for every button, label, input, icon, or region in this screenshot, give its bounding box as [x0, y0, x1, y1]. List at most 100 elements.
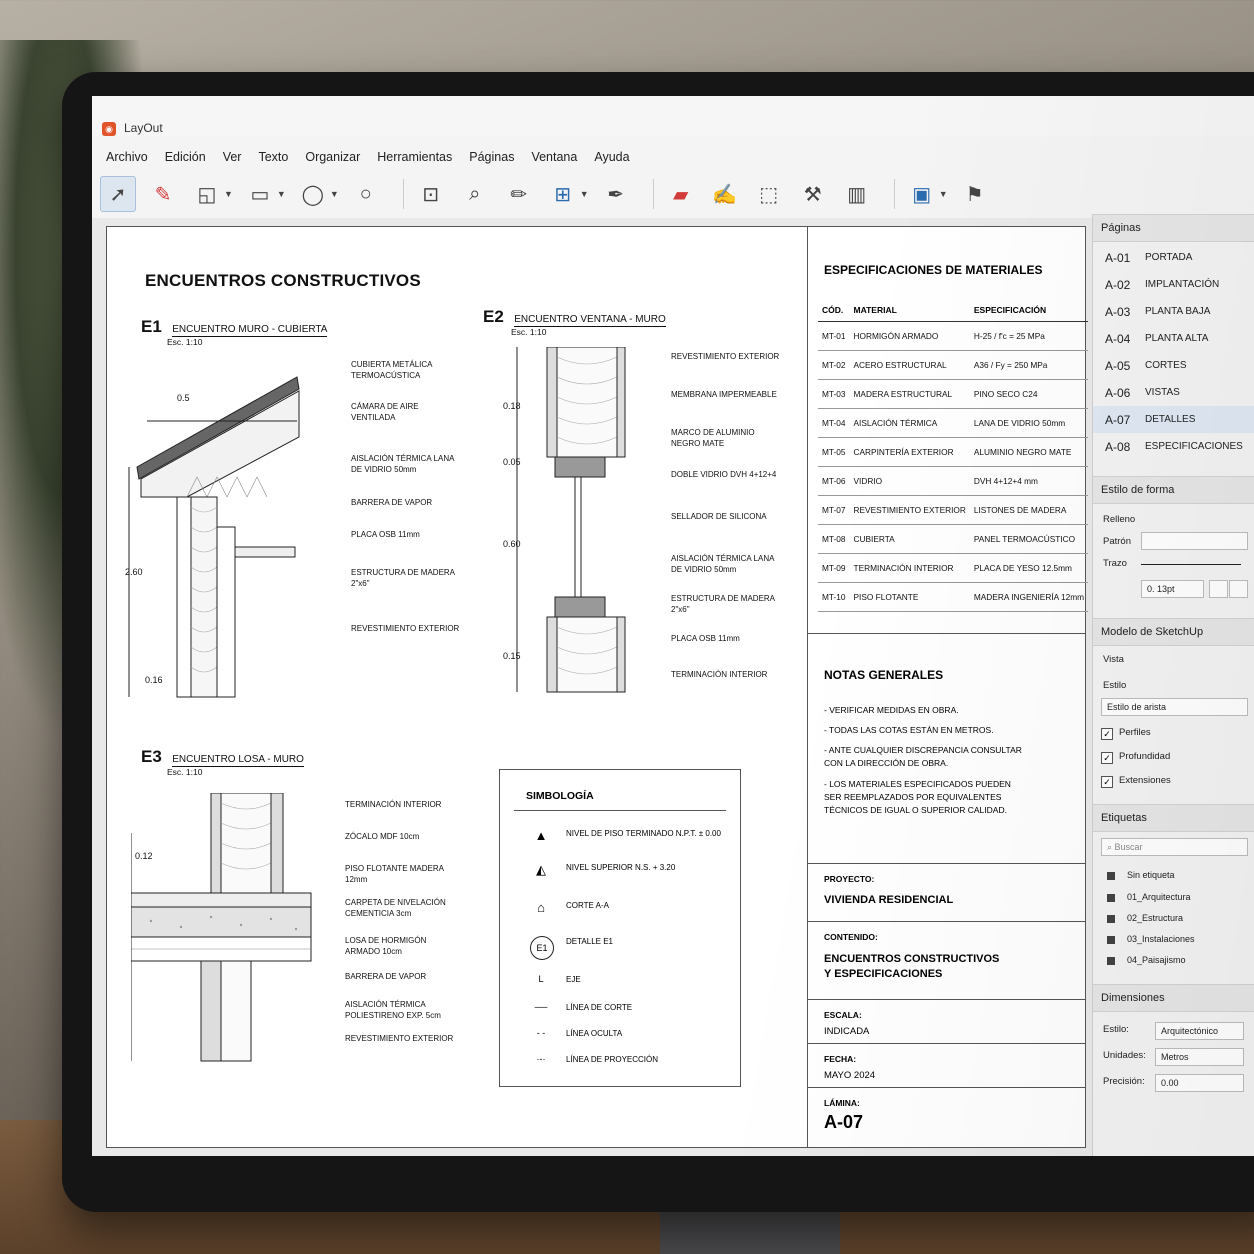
dimension-tool-icon[interactable]: ⊞ — [546, 177, 580, 211]
line-tool-icon[interactable]: ✒ — [599, 177, 633, 211]
depth-checkbox[interactable]: ✓ — [1101, 752, 1113, 764]
paint-tool-icon[interactable]: ⚑ — [958, 177, 992, 211]
page-item[interactable]: A-05 CORTES — [1093, 352, 1254, 379]
cell: CARPINTERÍA EXTERIOR — [849, 437, 970, 467]
tag-color-icon[interactable] — [1107, 872, 1115, 880]
callout-label: ZÓCALO MDF 10cm — [345, 832, 420, 841]
page-item-selected[interactable]: A-07 DETALLES — [1093, 406, 1254, 433]
circle-tool-icon[interactable]: ◯ — [296, 177, 330, 211]
page-item[interactable]: A-06 VISTAS — [1093, 379, 1254, 406]
menu-ayuda[interactable]: Ayuda — [594, 136, 638, 166]
dimension-label: 0.16 — [145, 675, 163, 685]
units-label: Unidades: — [1103, 1050, 1146, 1061]
pencil-tool-icon[interactable]: ✏ — [502, 177, 536, 211]
title-bar: ◉ LayOut — [92, 96, 1254, 136]
menu-paginas[interactable]: Páginas — [469, 136, 523, 166]
save-icon[interactable]: ▣ — [905, 177, 939, 211]
menu-archivo[interactable]: Archivo — [106, 136, 157, 166]
style-tool-icon[interactable]: ◱ — [190, 177, 224, 211]
scale-tool-icon[interactable]: ⬚ — [752, 177, 786, 211]
chevron-down-icon[interactable]: ▼ — [330, 189, 339, 199]
cell: CUBIERTA — [849, 524, 970, 554]
menu-organizar[interactable]: Organizar — [305, 136, 369, 166]
page-item[interactable]: A-08 ESPECIFICACIONES — [1093, 433, 1254, 460]
drawing-sheet: ENCUENTROS CONSTRUCTIVOS E1 ENCUENTRO MU… — [106, 226, 1089, 1148]
freehand-tool-icon[interactable]: ✍ — [708, 177, 742, 211]
tag-item[interactable]: 01_Arquitectura — [1127, 892, 1191, 902]
detail-code: E2 — [483, 307, 504, 326]
pages-panel-header[interactable]: Páginas — [1093, 214, 1254, 242]
extensions-checkbox[interactable]: ✓ — [1101, 776, 1113, 788]
chevron-down-icon[interactable]: ▼ — [580, 189, 589, 199]
tag-item[interactable]: 04_Paisajismo — [1127, 955, 1186, 965]
tags-header[interactable]: Etiquetas — [1093, 804, 1254, 832]
menu-edicion[interactable]: Edición — [165, 136, 215, 166]
tag-color-icon[interactable] — [1107, 915, 1115, 923]
units-select[interactable]: Metros — [1155, 1048, 1244, 1066]
stroke-width-select[interactable]: 0. 13pt — [1141, 580, 1204, 598]
tag-item[interactable]: 03_Instalaciones — [1127, 934, 1195, 944]
symbology-item: ◭ NIVEL SUPERIOR N.S. + 3.20 — [500, 860, 740, 890]
zoom-tool-icon[interactable]: ⌕ — [458, 177, 492, 211]
callout-label: AISLACIÓN TÉRMICA LANA DE VIDRIO 50mm — [351, 454, 454, 474]
detail-e1-header: E1 ENCUENTRO MURO - CUBIERTA — [141, 317, 328, 337]
style-label: Estilo — [1103, 680, 1127, 691]
tags-search-input[interactable]: ⌕ Buscar — [1101, 838, 1248, 856]
pattern-select[interactable] — [1141, 532, 1248, 550]
page-item[interactable]: A-04 PLANTA ALTA — [1093, 325, 1254, 352]
callout-label: CARPETA DE NIVELACIÓN CEMENTICIA 3cm — [345, 898, 446, 918]
rectangle-tool-icon[interactable]: ▭ — [243, 177, 277, 211]
shape-style-header[interactable]: Estilo de forma — [1093, 476, 1254, 504]
select-tool-icon[interactable]: ➚ — [100, 176, 136, 212]
callout-label: REVESTIMIENTO EXTERIOR — [351, 624, 460, 633]
tag-color-icon[interactable] — [1107, 936, 1115, 944]
stroke-label: Trazo — [1103, 558, 1127, 569]
cell: ALUMINIO NEGRO MATE — [969, 437, 1089, 467]
menu-ventana[interactable]: Ventana — [531, 136, 586, 166]
cell: ACERO ESTRUCTURAL — [849, 350, 970, 380]
cell: H-25 / f'c = 25 MPa — [969, 321, 1089, 351]
tb-label: LÁMINA: — [824, 1098, 860, 1108]
drawing-canvas[interactable]: ENCUENTROS CONSTRUCTIVOS E1 ENCUENTRO MU… — [92, 218, 1092, 1156]
building-tool-icon[interactable]: ▥ — [840, 177, 874, 211]
profiles-checkbox[interactable]: ✓ — [1101, 728, 1113, 740]
detail-scale: Esc. 1:10 — [167, 337, 203, 347]
tag-item[interactable]: Sin etiqueta — [1127, 870, 1175, 880]
page-item[interactable]: A-01 PORTADA — [1093, 244, 1254, 271]
chevron-down-icon[interactable]: ▼ — [277, 189, 286, 199]
note-item: - ANTE CUALQUIER DISCREPANCIA CONSULTAR … — [824, 745, 1022, 768]
stroke-preview[interactable] — [1141, 564, 1241, 565]
note-item: - VERIFICAR MEDIDAS EN OBRA. — [824, 705, 959, 715]
tag-color-icon[interactable] — [1107, 957, 1115, 965]
menu-ver[interactable]: Ver — [223, 136, 251, 166]
dimensions-header[interactable]: Dimensiones — [1093, 984, 1254, 1012]
polygon-tool-icon[interactable]: ○ — [349, 177, 383, 211]
chevron-down-icon[interactable]: ▼ — [224, 189, 233, 199]
sketchup-model-header[interactable]: Modelo de SketchUp — [1093, 618, 1254, 646]
stroke-start-icon[interactable] — [1209, 580, 1228, 598]
page-item[interactable]: A-02 IMPLANTACIÓN — [1093, 271, 1254, 298]
hammer-tool-icon[interactable]: ⚒ — [796, 177, 830, 211]
stroke-end-icon[interactable] — [1229, 580, 1248, 598]
symbology-item: E1 DETALLE E1 — [500, 934, 740, 964]
cell: MT-06 — [818, 466, 850, 496]
eraser-tool-icon[interactable]: ✎ — [146, 177, 180, 211]
insert-model-icon[interactable]: ⊡ — [414, 177, 448, 211]
tb-label: CONTENIDO: — [824, 932, 878, 942]
tag-item[interactable]: 02_Estructura — [1127, 913, 1183, 923]
dimension-label: 0.12 — [135, 851, 153, 861]
menu-herramientas[interactable]: Herramientas — [377, 136, 461, 166]
style-select[interactable]: Estilo de arista — [1101, 698, 1248, 716]
menu-texto[interactable]: Texto — [258, 136, 297, 166]
chevron-down-icon[interactable]: ▼ — [939, 189, 948, 199]
precision-label: Precisión: — [1103, 1076, 1145, 1087]
table-row: MT-10 PISO FLOTANTE MADERA INGENIERÍA 12mm — [818, 582, 1089, 612]
page-item[interactable]: A-03 PLANTA BAJA — [1093, 298, 1254, 325]
cell: MADERA INGENIERÍA 12mm — [969, 582, 1089, 612]
marker-tool-icon[interactable]: ▰ — [664, 177, 698, 211]
level-icon: ▲ — [534, 828, 548, 843]
precision-select[interactable]: 0.00 — [1155, 1074, 1244, 1092]
content-name: ENCUENTROS CONSTRUCTIVOS Y ESPECIFICACIO… — [824, 953, 1000, 980]
dim-style-select[interactable]: Arquitectónico — [1155, 1022, 1244, 1040]
tag-color-icon[interactable] — [1107, 894, 1115, 902]
